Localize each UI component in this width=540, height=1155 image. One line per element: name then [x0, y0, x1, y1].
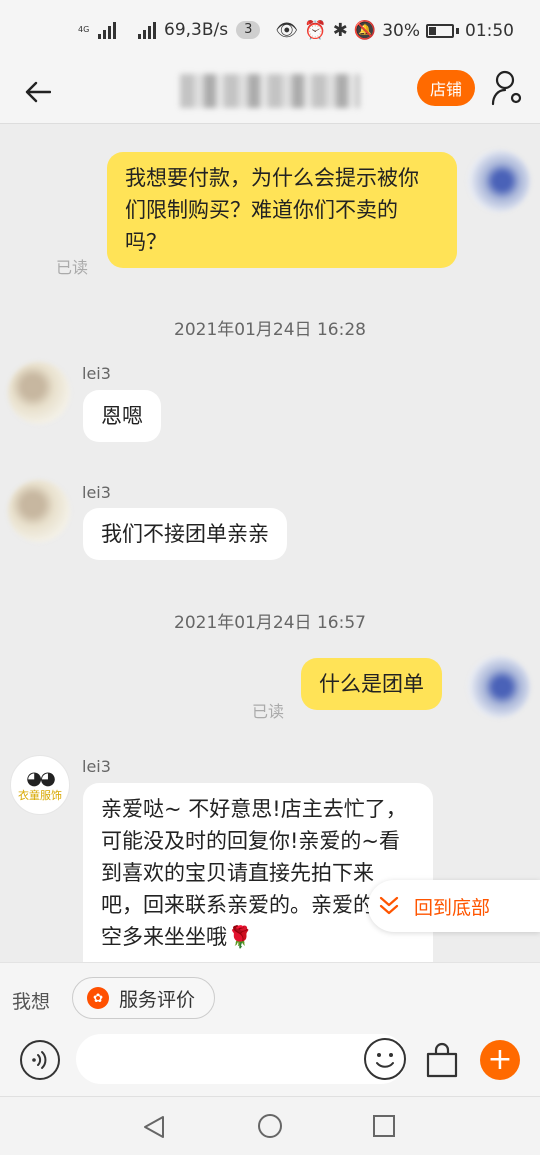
shop-avatar[interactable]: [8, 362, 70, 424]
more-plus-button[interactable]: +: [480, 1040, 520, 1080]
message-bubble-theirs: 我们不接团单亲亲: [83, 508, 287, 560]
timestamp: 2021年01月24日 16:57: [174, 613, 366, 633]
sender-name: lei3: [82, 757, 111, 776]
nav-recent-apps-icon[interactable]: [373, 1115, 395, 1137]
shop-logo-text: 衣童服饰: [18, 788, 62, 802]
nav-back-icon[interactable]: [143, 1115, 165, 1139]
user-settings-button[interactable]: [490, 68, 526, 108]
sender-name: lei3: [82, 364, 111, 383]
alarm-icon: ⏰: [304, 20, 327, 41]
voice-input-button[interactable]: [20, 1040, 60, 1080]
voice-icon: [32, 1051, 47, 1069]
emoji-button[interactable]: [364, 1038, 406, 1080]
read-status: 已读: [252, 702, 285, 721]
battery-icon: [426, 23, 454, 38]
back-button[interactable]: [18, 72, 58, 112]
battery-percent: 30%: [382, 20, 420, 41]
sender-name: lei3: [82, 483, 111, 502]
shop-avatar[interactable]: [8, 480, 70, 542]
status-right: 👁 ⏰ ✱ 🔕 30% 01:50: [275, 20, 514, 41]
chat-title-blurred: [180, 74, 360, 108]
user-gear-icon: [491, 70, 522, 106]
back-to-bottom-label: 回到底部: [414, 896, 491, 919]
bluetooth-icon: ✱: [332, 20, 348, 41]
logo-faces-icon: ◕◕: [26, 767, 55, 789]
quick-actions-bar: 我想 ✿ 服务评价: [0, 962, 540, 1034]
status-bar: 4G 69,3B/s 3 👁 ⏰ ✱ 🔕 30% 01:50: [0, 0, 540, 62]
my-avatar[interactable]: [468, 656, 530, 718]
timestamp: 2021年01月24日 16:28: [174, 320, 366, 340]
mute-icon: 🔕: [353, 20, 377, 41]
system-navigation-bar: [0, 1096, 540, 1155]
network-type: 4G: [78, 25, 90, 34]
nav-home-icon[interactable]: [258, 1114, 282, 1138]
flower-icon: ✿: [87, 987, 109, 1009]
back-to-bottom-button[interactable]: 回到底部: [368, 880, 540, 932]
double-chevron-down-icon: [379, 896, 399, 915]
shop-button[interactable]: 店铺: [417, 70, 475, 106]
arrow-left-icon: [25, 81, 51, 103]
network-speed: 69,3B/s: [164, 20, 229, 40]
order-bag-button[interactable]: [424, 1042, 460, 1078]
smiley-icon: [376, 1053, 394, 1068]
plus-icon: +: [487, 1042, 513, 1077]
service-review-label: 服务评价: [119, 988, 196, 1011]
clock: 01:50: [465, 20, 514, 41]
message-bubble-mine: 什么是团单: [301, 658, 442, 710]
notification-count-badge: 3: [236, 21, 261, 39]
eye-icon: 👁: [275, 20, 299, 41]
status-left: 4G 69,3B/s 3: [78, 20, 261, 40]
input-bar: +: [0, 1034, 540, 1096]
read-status: 已读: [56, 258, 89, 277]
message-input[interactable]: [76, 1034, 406, 1084]
chat-header: 店铺: [0, 62, 540, 124]
signal-icon-2: [138, 21, 156, 39]
message-bubble-mine: 我想要付款，为什么会提示被你们限制购买？难道你们不卖的吗？: [107, 152, 457, 268]
service-review-chip[interactable]: ✿ 服务评价: [72, 977, 215, 1019]
quick-prefix-label: 我想: [12, 991, 51, 1013]
signal-icon: [98, 21, 116, 39]
shop-logo-avatar[interactable]: ◕◕ 衣童服饰: [10, 755, 70, 815]
shopping-bag-icon: [426, 1042, 458, 1078]
my-avatar[interactable]: [468, 150, 530, 212]
message-bubble-theirs: 恩嗯: [83, 390, 161, 442]
